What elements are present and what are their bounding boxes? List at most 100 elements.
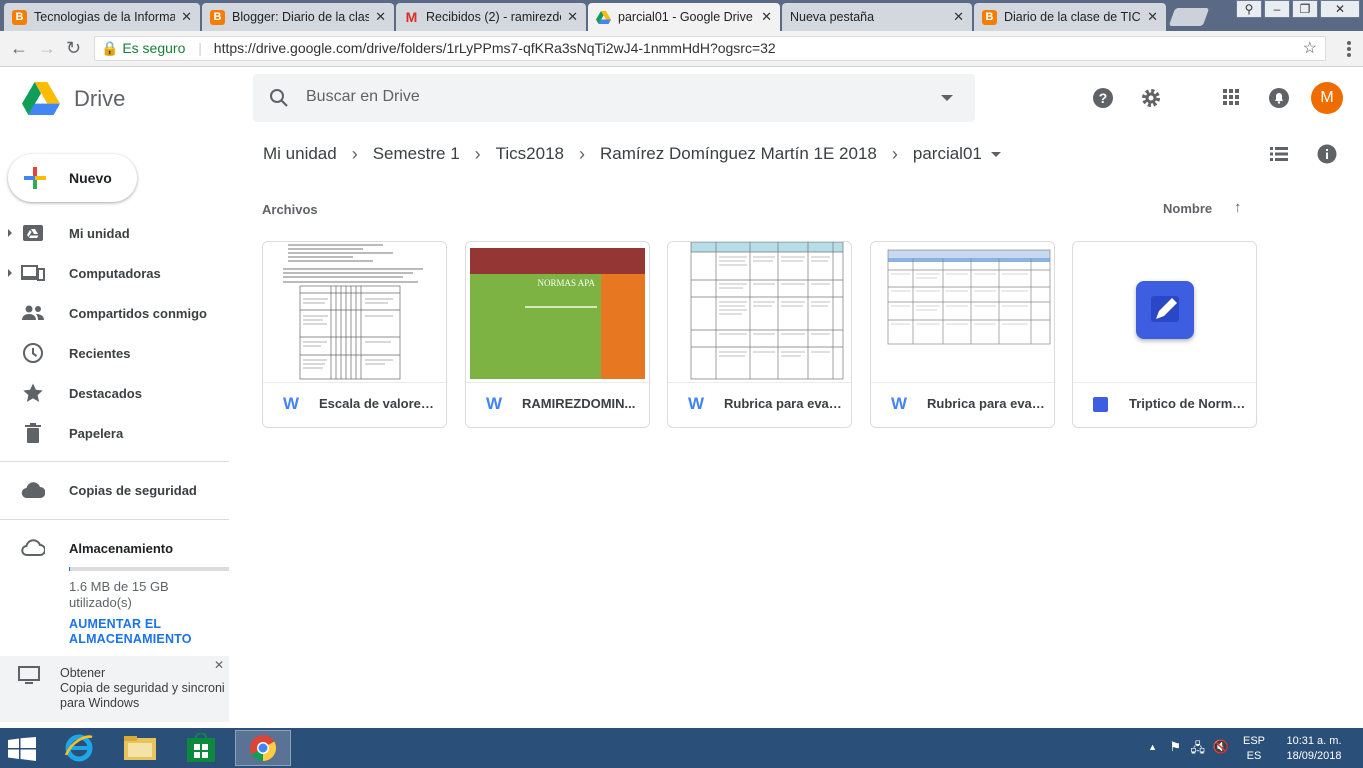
sidebar-item-shared[interactable]: Compartidos conmigo (0, 293, 229, 333)
upgrade-link-line: ALMACENAMIENTO (69, 632, 192, 646)
upgrade-storage-link[interactable]: AUMENTAR EL ALMACENAMIENTO (69, 617, 229, 647)
sidebar-divider (0, 519, 229, 520)
file-card[interactable]: W Rubrica para eval... (870, 241, 1055, 428)
breadcrumb-item[interactable]: Mi unidad (263, 144, 337, 164)
clock-icon (23, 343, 43, 363)
close-icon[interactable]: ✕ (181, 9, 192, 25)
forward-icon[interactable]: → (38, 38, 56, 59)
help-icon[interactable]: ? (1091, 86, 1115, 110)
file-card[interactable]: NORMAS APA W RAMIREZDOMIN... (465, 241, 650, 428)
promo-line: Obtener (60, 666, 106, 680)
sidebar-item-backups[interactable]: Copias de seguridad (0, 470, 229, 510)
my-drive-icon (23, 225, 43, 241)
file-thumbnail (1073, 242, 1256, 383)
browser-tab[interactable]: M Recibidos (2) - ramirezdo ✕ (396, 3, 586, 31)
drive-logo-icon (22, 82, 60, 115)
blogger-icon: B (982, 9, 997, 25)
back-icon[interactable]: ← (10, 38, 28, 59)
word-document-icon: W (891, 394, 908, 413)
volume-muted-icon[interactable]: 🔇 (1213, 739, 1229, 755)
sidebar-item-storage[interactable]: Almacenamiento (0, 528, 229, 568)
tab-title: Tecnologias de la Informa (34, 10, 176, 24)
search-options-icon[interactable] (941, 95, 953, 101)
trash-icon (25, 423, 41, 443)
internet-explorer-icon[interactable] (51, 730, 107, 766)
clock[interactable]: 10:31 a. m. 18/09/2018 (1275, 734, 1353, 764)
sidebar-item-my-drive[interactable]: Mi unidad (0, 213, 229, 253)
close-icon[interactable]: ✕ (375, 9, 386, 25)
close-icon[interactable]: ✕ (214, 658, 224, 672)
window-close-icon[interactable]: ✕ (1320, 0, 1360, 18)
sidebar-item-computers[interactable]: Computadoras (0, 253, 229, 293)
browser-tab[interactable]: Nueva pestaña ✕ (782, 3, 972, 31)
file-name: Escala de valores ... (319, 396, 437, 411)
folder-menu-dropdown-icon[interactable] (990, 151, 1001, 157)
sort-by-name[interactable]: Nombre (1163, 201, 1212, 216)
expand-arrow-icon[interactable] (8, 269, 12, 277)
storage-usage-fill (69, 567, 70, 571)
notifications-bell-icon[interactable] (1267, 86, 1291, 110)
rubric-table-preview (690, 242, 844, 380)
breadcrumb-item[interactable]: Semestre 1 (373, 144, 460, 164)
breadcrumb-item[interactable]: Ramírez Domínguez Martín 1E 2018 (600, 144, 877, 164)
blogger-icon: B (12, 9, 27, 25)
close-icon[interactable]: ✕ (1147, 9, 1158, 25)
sort-direction-icon[interactable]: ↑ (1234, 199, 1242, 216)
close-icon[interactable]: ✕ (953, 9, 964, 25)
language-indicator[interactable]: ESP ES (1241, 734, 1267, 764)
windows-store-icon[interactable] (173, 730, 229, 766)
restore-icon[interactable]: ❐ (1292, 0, 1318, 18)
gmail-icon: M (405, 9, 418, 25)
file-card[interactable]: W Escala de valores ... (262, 241, 447, 428)
close-icon[interactable]: ✕ (567, 9, 578, 25)
promo-line: Copia de seguridad y sincroni (60, 681, 225, 695)
action-center-flag-icon[interactable]: ⚑ (1169, 739, 1181, 755)
tab-title: parcial01 - Google Drive (618, 10, 753, 24)
browser-tab[interactable]: B Blogger: Diario de la clas ✕ (202, 3, 394, 31)
new-tab-button[interactable] (1168, 8, 1210, 26)
sidebar-item-label: Mi unidad (69, 225, 130, 241)
chrome-menu-icon[interactable] (1347, 41, 1351, 59)
network-icon[interactable]: 🖧 (1191, 739, 1206, 761)
windows-start-icon[interactable] (8, 737, 36, 761)
apps-grid-icon[interactable] (1220, 86, 1242, 108)
sidebar-item-trash[interactable]: Papelera (0, 413, 229, 453)
chevron-right-icon: › (351, 143, 358, 164)
info-icon[interactable] (1317, 144, 1337, 164)
chevron-right-icon: › (474, 143, 481, 164)
file-card[interactable]: Triptico de Norma... (1072, 241, 1257, 428)
clock-time: 10:31 a. m. (1286, 735, 1342, 747)
search-placeholder: Buscar en Drive (306, 88, 420, 105)
show-hidden-icons-arrow[interactable]: ▲ (1148, 742, 1157, 752)
file-explorer-icon[interactable] (112, 730, 168, 766)
browser-tab[interactable]: B Tecnologias de la Informa ✕ (4, 3, 200, 31)
sidebar-item-recent[interactable]: Recientes (0, 333, 229, 373)
new-button[interactable]: Nuevo (8, 154, 137, 202)
tab-title: Blogger: Diario de la clas (232, 10, 370, 24)
reload-icon[interactable]: ↻ (66, 38, 81, 59)
bookmark-star-icon[interactable]: ☆ (1303, 37, 1317, 60)
browser-tab-active[interactable]: parcial01 - Google Drive ✕ (588, 3, 780, 31)
sidebar-item-starred[interactable]: Destacados (0, 373, 229, 413)
breadcrumb-item[interactable]: Tics2018 (496, 144, 564, 164)
secure-label: Es seguro (122, 40, 186, 56)
file-name: Rubrica para eval... (927, 396, 1045, 411)
user-icon[interactable]: ⚲ (1236, 0, 1262, 18)
browser-tab[interactable]: B Diario de la clase de TIC´s ✕ (974, 3, 1166, 31)
minimize-icon[interactable]: – (1264, 0, 1290, 18)
breadcrumb-current[interactable]: parcial01 (913, 144, 982, 164)
sidebar-divider (0, 461, 229, 462)
settings-gear-icon[interactable] (1139, 86, 1163, 110)
chrome-taskbar-icon[interactable] (235, 730, 291, 766)
backup-sync-promo[interactable]: Obtener Copia de seguridad y sincroni pa… (0, 656, 229, 722)
expand-arrow-icon[interactable] (8, 229, 12, 237)
search-input[interactable]: Buscar en Drive (253, 74, 975, 122)
close-icon[interactable]: ✕ (761, 9, 772, 25)
monitor-icon (18, 666, 40, 684)
url-text: https://drive.google.com/drive/folders/1… (213, 40, 776, 56)
address-bar[interactable]: 🔒 Es seguro | https://drive.google.com/d… (94, 36, 1326, 61)
list-view-icon[interactable] (1270, 146, 1288, 162)
drive-logo[interactable]: Drive (22, 82, 125, 115)
account-avatar[interactable]: M (1311, 82, 1343, 114)
file-card[interactable]: W Rubrica para eval... (667, 241, 852, 428)
